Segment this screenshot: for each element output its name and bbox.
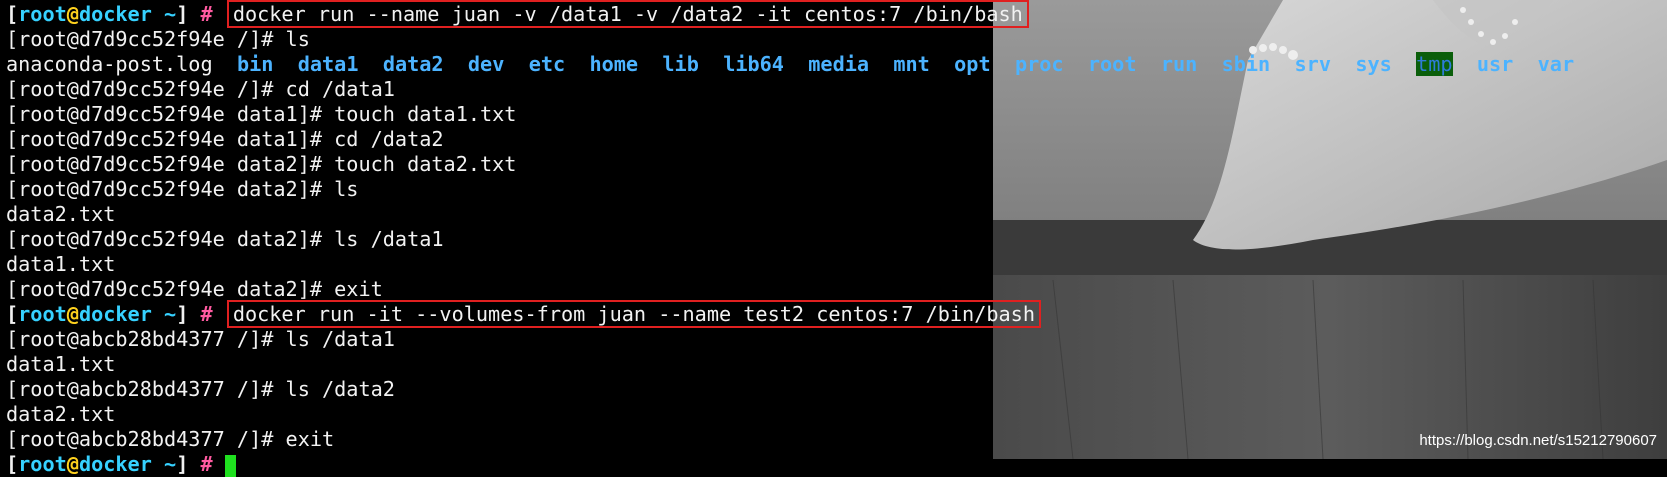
prompt-at: @ <box>66 452 79 476</box>
terminal-line: [root@d7d9cc52f94e data1]# cd /data2 <box>6 127 1667 152</box>
prompt-host: docker <box>78 302 152 326</box>
prompt-bracket-open: [ <box>6 2 19 26</box>
terminal-text: [root@abcb28bd4377 /]# ls /data1 <box>6 327 395 351</box>
terminal-text: [root@d7d9cc52f94e data2]# ls <box>6 177 359 201</box>
prompt-user: root <box>18 452 67 476</box>
prompt-at: @ <box>66 2 79 26</box>
terminal-text: data1.txt <box>6 352 116 376</box>
listing-entry: run <box>1160 52 1198 76</box>
terminal-line: [root@d7d9cc52f94e /]# cd /data1 <box>6 77 1667 102</box>
terminal-line: [root@d7d9cc52f94e data2]# touch data2.t… <box>6 152 1667 177</box>
prompt-dir: ~ <box>151 2 177 26</box>
terminal-line: [root@abcb28bd4377 /]# exit <box>6 427 1667 452</box>
listing-entry: opt <box>954 52 991 76</box>
listing-entry: tmp <box>1416 52 1453 76</box>
listing-entry: data1 <box>297 52 359 76</box>
terminal-text: [root@d7d9cc52f94e data1]# touch data1.t… <box>6 102 517 126</box>
terminal-line: anaconda-post.log bin data1 data2 dev et… <box>6 52 1667 77</box>
listing-entry: lib64 <box>723 52 784 76</box>
listing-entry: root <box>1087 52 1137 76</box>
terminal-line: [root@d7d9cc52f94e data1]# touch data1.t… <box>6 102 1667 127</box>
terminal-text: data2.txt <box>6 402 116 426</box>
listing-entry: usr <box>1476 52 1514 76</box>
listing-entry: data2 <box>382 52 444 76</box>
prompt-hash: # <box>188 452 213 476</box>
terminal-line: data2.txt <box>6 402 1667 427</box>
terminal-text: [root@d7d9cc52f94e data1]# cd /data2 <box>6 127 444 151</box>
listing-entry: proc <box>1014 52 1064 76</box>
listing-entry: sbin <box>1221 52 1271 76</box>
prompt-bracket-open: [ <box>6 302 19 326</box>
listing-entry: lib <box>662 52 699 76</box>
highlighted-command: docker run --name juan -v /data1 -v /dat… <box>226 0 1029 28</box>
terminal-line: data1.txt <box>6 352 1667 377</box>
terminal-line: [root@docker ~] # docker run --name juan… <box>6 0 1667 28</box>
prompt-bracket-open: [ <box>6 452 19 476</box>
listing-entry: mnt <box>893 52 930 76</box>
prompt-at: @ <box>66 302 79 326</box>
terminal-line: [root@d7d9cc52f94e /]# ls <box>6 27 1667 52</box>
terminal-line: [root@docker ~] # <box>6 452 1667 477</box>
prompt-bracket-close: ] <box>176 302 189 326</box>
listing-entry: etc <box>528 52 566 76</box>
prompt-user: root <box>18 2 67 26</box>
terminal-cursor[interactable] <box>224 454 236 477</box>
prompt-dir: ~ <box>151 302 177 326</box>
terminal-text: [root@d7d9cc52f94e /]# cd /data1 <box>6 77 395 101</box>
highlighted-command: docker run -it --volumes-from juan --nam… <box>226 300 1041 328</box>
terminal-text: [root@d7d9cc52f94e data2]# exit <box>6 277 383 301</box>
terminal-text: [root@abcb28bd4377 /]# exit <box>6 427 335 451</box>
prompt-host: docker <box>78 452 152 476</box>
terminal-line: [root@abcb28bd4377 /]# ls /data1 <box>6 327 1667 352</box>
terminal-line: [root@d7d9cc52f94e data2]# ls /data1 <box>6 227 1667 252</box>
prompt-hash: # <box>188 2 213 26</box>
prompt-bracket-close: ] <box>176 452 189 476</box>
terminal-text: [root@d7d9cc52f94e data2]# ls /data1 <box>6 227 444 251</box>
terminal-text: data1.txt <box>6 252 116 276</box>
prompt-user: root <box>18 302 67 326</box>
listing-entry: home <box>589 52 639 76</box>
terminal-text: [root@abcb28bd4377 /]# ls /data2 <box>6 377 395 401</box>
listing-entry: var <box>1537 52 1575 76</box>
listing-entry: anaconda-post.log <box>6 52 213 76</box>
terminal-text: [root@d7d9cc52f94e data2]# touch data2.t… <box>6 152 517 176</box>
terminal-line: [root@d7d9cc52f94e data2]# ls <box>6 177 1667 202</box>
listing-entry: dev <box>467 52 505 76</box>
terminal-line: data2.txt <box>6 202 1667 227</box>
prompt-dir: ~ <box>151 452 177 476</box>
terminal-line: [root@docker ~] # docker run -it --volum… <box>6 300 1667 328</box>
terminal-text: data2.txt <box>6 202 116 226</box>
terminal-text: [root@d7d9cc52f94e /]# ls <box>6 27 310 51</box>
prompt-host: docker <box>78 2 152 26</box>
terminal-line: data1.txt <box>6 252 1667 277</box>
terminal-output: [root@docker ~] # docker run --name juan… <box>6 0 1667 477</box>
listing-entry: sys <box>1355 52 1392 76</box>
listing-entry: media <box>808 52 870 76</box>
terminal-line: [root@d7d9cc52f94e data2]# exit <box>6 277 1667 302</box>
listing-entry: bin <box>236 52 274 76</box>
watermark: https://blog.csdn.net/s15212790607 <box>1419 432 1657 449</box>
terminal-line: [root@abcb28bd4377 /]# ls /data2 <box>6 377 1667 402</box>
prompt-hash: # <box>188 302 213 326</box>
listing-entry: srv <box>1294 52 1331 76</box>
prompt-bracket-close: ] <box>176 2 189 26</box>
